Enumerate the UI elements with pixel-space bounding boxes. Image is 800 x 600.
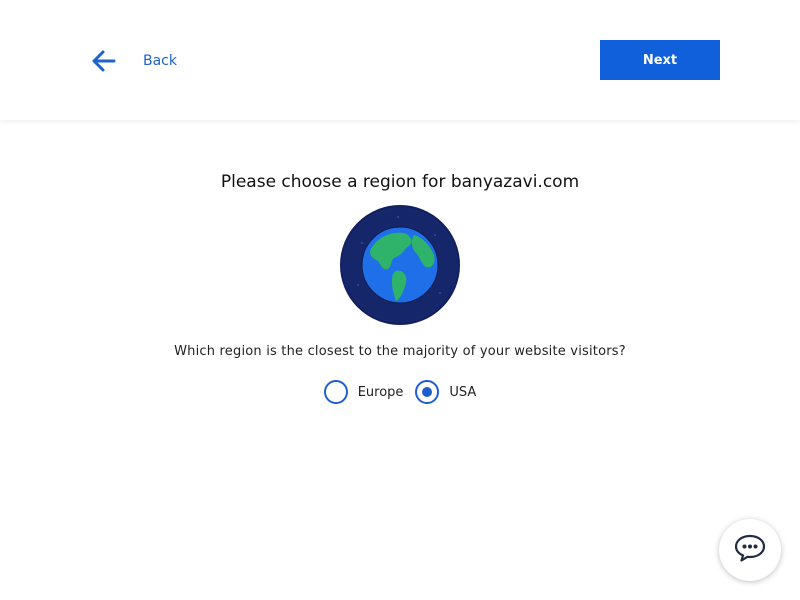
back-button[interactable]: Back xyxy=(90,48,177,74)
region-question: Which region is the closest to the major… xyxy=(174,344,626,359)
europe-label: Europe xyxy=(357,384,404,400)
usa-radio[interactable] xyxy=(415,380,440,404)
region-options: Europe USA xyxy=(0,378,800,406)
arrow-left-icon xyxy=(90,48,118,74)
usa-label: USA xyxy=(449,384,477,400)
chat-bubble-icon xyxy=(733,533,767,567)
back-label: Back xyxy=(143,53,177,69)
europe-radio[interactable] xyxy=(323,380,348,404)
top-bar: Back Next xyxy=(0,0,800,120)
next-button[interactable]: Next xyxy=(600,40,720,80)
region-option-europe[interactable]: Europe xyxy=(323,380,404,404)
page-title: Please choose a region for banyazavi.com xyxy=(220,172,580,192)
region-option-usa[interactable]: USA xyxy=(415,380,476,404)
globe-icon xyxy=(340,205,460,325)
chat-button[interactable] xyxy=(719,519,781,581)
